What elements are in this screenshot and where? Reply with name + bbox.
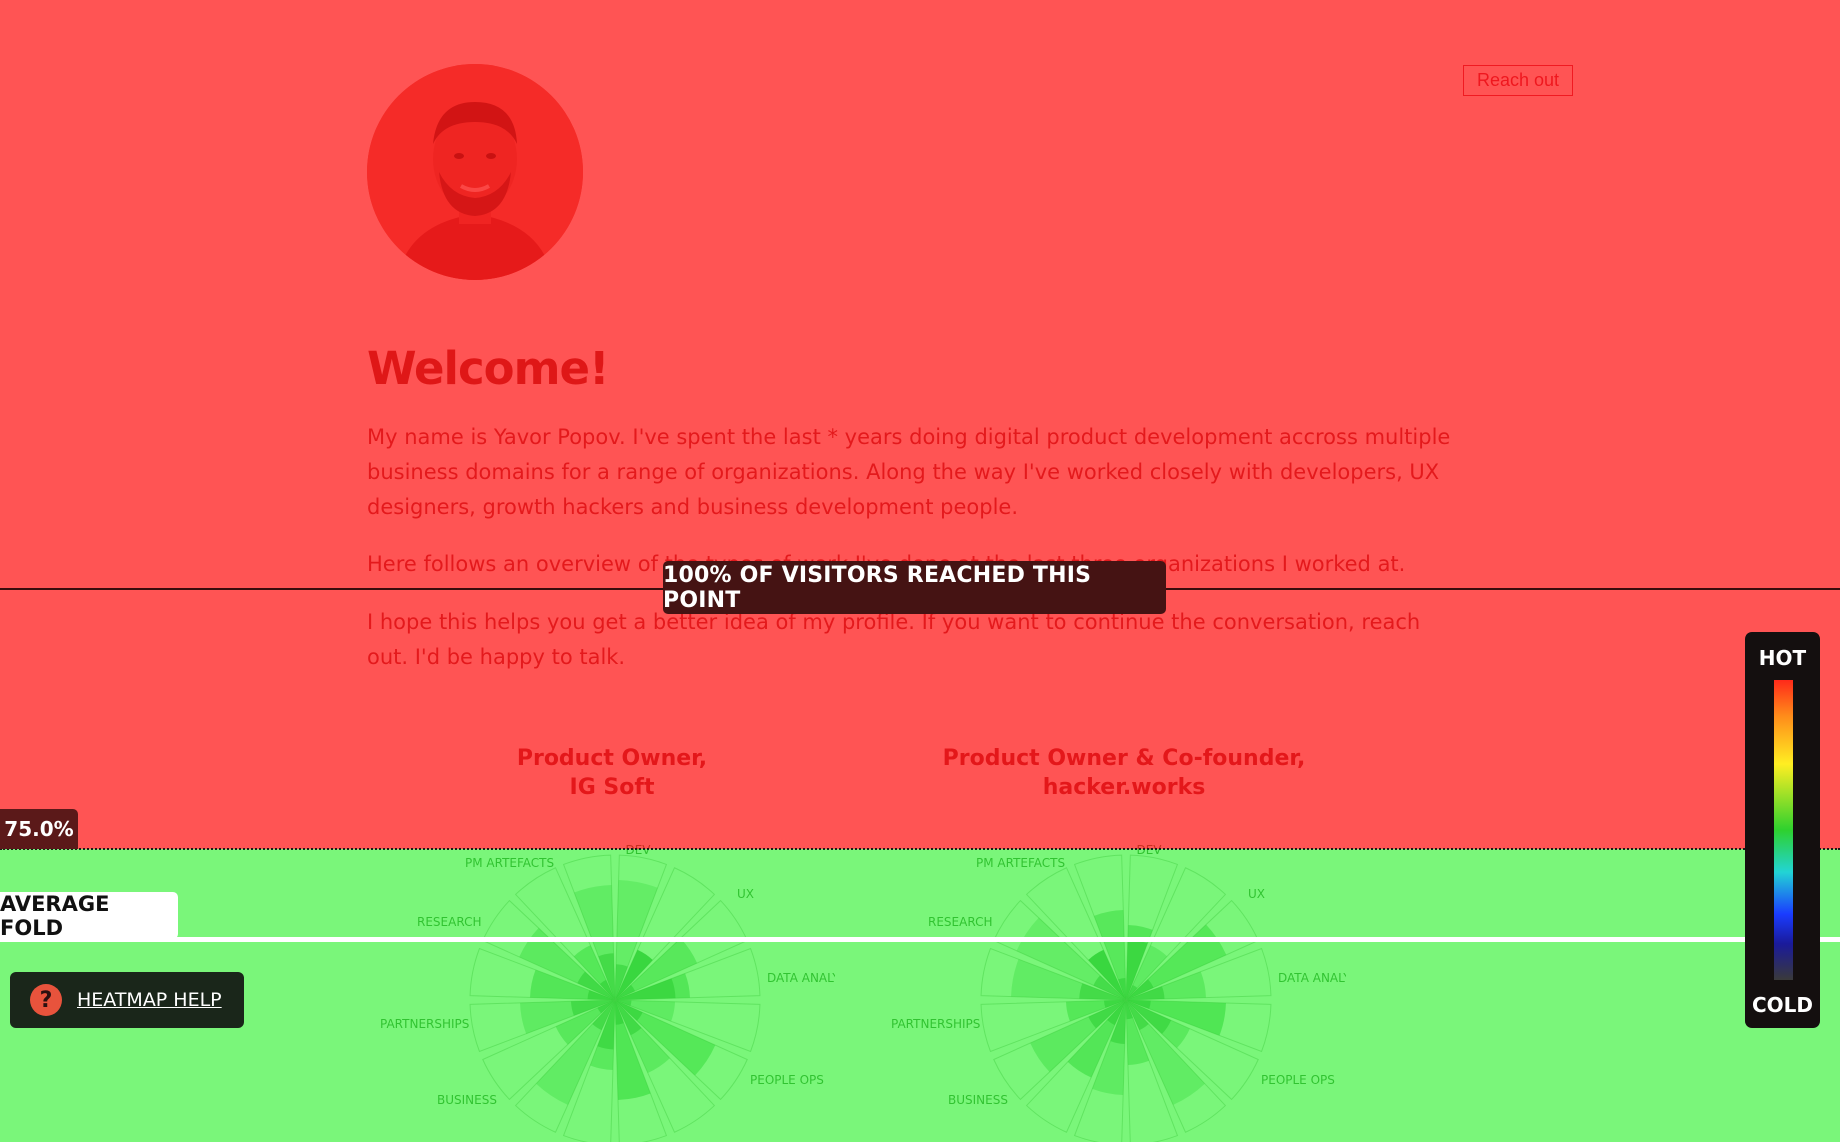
axis-label: PEOPLE OPS: [1261, 1073, 1335, 1087]
legend-gradient-bar: [1774, 680, 1793, 980]
avatar: [367, 64, 583, 280]
axis-label: UX: [1248, 887, 1265, 901]
question-icon: ?: [30, 984, 62, 1016]
heatmap-help-button[interactable]: ? HEATMAP HELP: [10, 972, 244, 1028]
role-title-igsoft: Product Owner, IG Soft: [402, 744, 822, 802]
page-title: Welcome!: [367, 342, 609, 395]
closing-paragraph: I hope this helps you get a better idea …: [367, 610, 1421, 669]
axis-label: PARTNERSHIPS: [891, 1017, 980, 1031]
axis-label: DEV: [625, 843, 651, 857]
skills-rose-chart-hackerworks: DEV UX DATA ANALYTICS PEOPLE OPS BUSINES…: [891, 843, 1346, 1142]
axis-label: DEV: [1136, 843, 1162, 857]
axis-label: PARTNERSHIPS: [380, 1017, 469, 1031]
axis-label: BUSINESS: [948, 1093, 1008, 1107]
heatmap-help-label[interactable]: HEATMAP HELP: [77, 989, 222, 1011]
legend-cold-label: COLD: [1751, 993, 1814, 1017]
axis-label: UX: [737, 887, 754, 901]
role-title-hackerworks: Product Owner & Co-founder, hacker.works: [914, 744, 1334, 802]
axis-label: PEOPLE OPS: [750, 1073, 824, 1087]
scroll-depth-line: [0, 848, 1840, 850]
role-title-line: Product Owner & Co-founder,: [942, 746, 1306, 771]
axis-label: BUSINESS: [437, 1093, 497, 1107]
average-fold-label: AVERAGE FOLD: [0, 892, 178, 940]
axis-label: PM ARTEFACTS: [465, 856, 554, 870]
legend-hot-label: HOT: [1758, 646, 1807, 670]
axis-label: RESEARCH: [417, 915, 481, 929]
avatar-portrait: [367, 64, 583, 280]
skills-rose-chart-igsoft: DEV UX DATA ANALYTICS PEOPLE OPS BUSINES…: [380, 843, 835, 1142]
intro-paragraph: My name is Yavor Popov. I've spent the l…: [367, 425, 1451, 519]
axis-label: DATA ANALYTICS: [767, 971, 835, 985]
reach-line-label: 100% OF VISITORS REACHED THIS POINT: [663, 561, 1166, 614]
petals: [980, 854, 1272, 1142]
axis-label: RESEARCH: [928, 915, 992, 929]
reach-out-button[interactable]: Reach out: [1463, 65, 1573, 96]
axis-label: DATA ANALYTICS: [1278, 971, 1346, 985]
role-title-line: Product Owner,: [516, 746, 708, 771]
axis-label: PM ARTEFACTS: [976, 856, 1065, 870]
scroll-depth-badge[interactable]: 75.0%: [0, 809, 78, 849]
average-fold-line: [0, 937, 1840, 942]
heatmap-legend: HOT COLD: [1745, 632, 1820, 1028]
petals: [469, 854, 761, 1142]
role-org-line: hacker.works: [1042, 775, 1206, 800]
role-org-line: IG Soft: [569, 775, 655, 800]
